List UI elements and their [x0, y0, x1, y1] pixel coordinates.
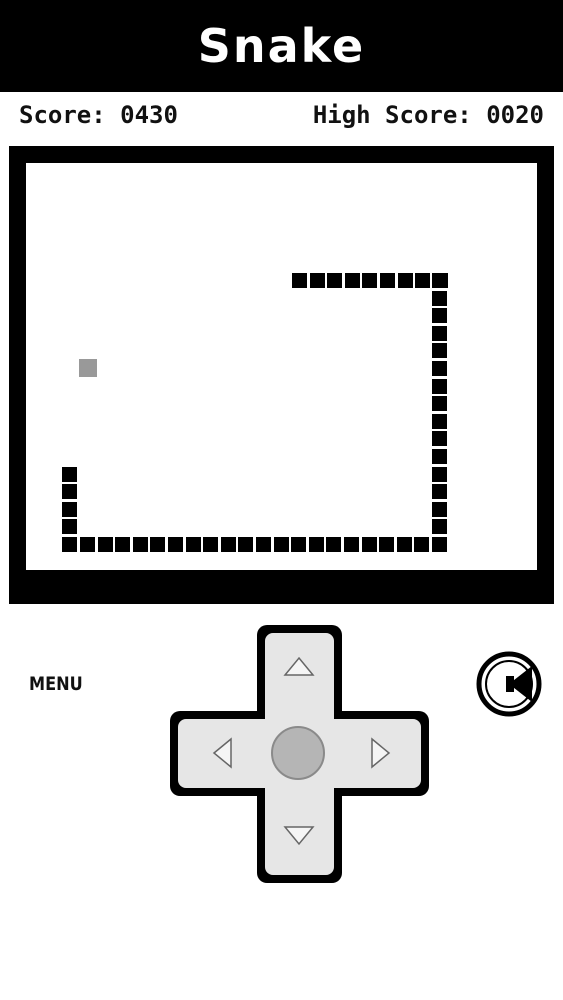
score-display: Score: 0430	[19, 101, 178, 129]
snake-segment	[345, 273, 360, 288]
dpad-right-button[interactable]	[365, 734, 395, 772]
snake-segment	[310, 273, 325, 288]
snake-segment	[274, 537, 289, 552]
snake-segment	[221, 537, 236, 552]
high-score-display: High Score: 0020	[312, 101, 544, 129]
snake-segment	[379, 537, 394, 552]
snake-segment	[432, 308, 447, 323]
snake-segment	[238, 537, 253, 552]
snake-segment	[362, 273, 377, 288]
snake-segment	[62, 537, 77, 552]
snake-segment	[62, 467, 77, 482]
menu-button[interactable]: MENU	[29, 672, 83, 696]
snake-segment	[62, 502, 77, 517]
snake-segment	[432, 379, 447, 394]
snake-segment	[432, 414, 447, 429]
game-title: Snake	[197, 19, 366, 73]
snake-segment	[327, 273, 342, 288]
snake-segment	[133, 537, 148, 552]
snake-segment	[62, 519, 77, 534]
snake-segment	[256, 537, 271, 552]
dpad-left-button[interactable]	[208, 734, 238, 772]
snake-segment	[397, 537, 412, 552]
up-arrow-icon	[283, 656, 315, 676]
snake-segment	[432, 361, 447, 376]
dpad-down-button[interactable]	[280, 820, 318, 850]
game-board	[9, 146, 554, 604]
right-arrow-icon	[371, 737, 391, 769]
left-arrow-icon	[212, 737, 232, 769]
snake-segment	[292, 273, 307, 288]
snake-segment	[186, 537, 201, 552]
title-bar: Snake	[0, 0, 563, 92]
snake-segment	[326, 537, 341, 552]
dpad-center-button[interactable]	[271, 726, 325, 780]
dpad-up-button[interactable]	[280, 652, 318, 682]
down-arrow-icon	[283, 826, 315, 846]
food-pellet	[79, 359, 97, 377]
speaker-icon	[476, 651, 542, 717]
snake-segment	[432, 467, 447, 482]
snake-segment	[432, 326, 447, 341]
snake-segment	[115, 537, 130, 552]
snake-segment	[432, 291, 447, 306]
snake-segment	[362, 537, 377, 552]
snake-segment	[432, 396, 447, 411]
snake-segment	[432, 273, 447, 288]
snake-segment	[432, 449, 447, 464]
snake-segment	[432, 519, 447, 534]
snake-segment	[80, 537, 95, 552]
snake-segment	[150, 537, 165, 552]
snake-segment	[203, 537, 218, 552]
snake-segment	[432, 484, 447, 499]
snake-segment	[309, 537, 324, 552]
snake-segment	[380, 273, 395, 288]
snake-segment	[98, 537, 113, 552]
snake-segment	[414, 537, 429, 552]
snake-segment	[62, 484, 77, 499]
snake-segment	[398, 273, 413, 288]
snake-segment	[432, 502, 447, 517]
snake-segment	[432, 537, 447, 552]
snake-segment	[432, 343, 447, 358]
snake-segment	[344, 537, 359, 552]
snake-segment	[432, 431, 447, 446]
snake-segment	[291, 537, 306, 552]
snake-segment	[415, 273, 430, 288]
sound-toggle-button[interactable]	[476, 651, 542, 717]
snake-segment	[168, 537, 183, 552]
play-field	[26, 163, 537, 570]
